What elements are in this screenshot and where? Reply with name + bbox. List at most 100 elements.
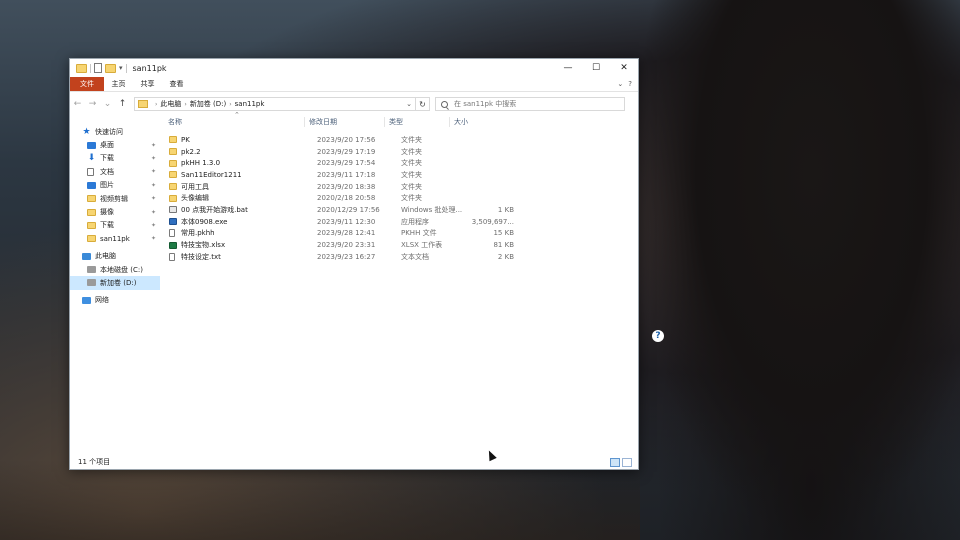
file-date: 2023/9/20 18:38 <box>317 182 376 191</box>
folder-icon <box>169 159 177 167</box>
address-bar[interactable]: › 此电脑 › 新加卷 (D:) › san11pk ⌄ <box>134 97 416 111</box>
file-name: 本体0908.exe <box>181 217 228 226</box>
star-icon: ★ <box>82 126 91 137</box>
file-date: 2023/9/23 16:27 <box>317 252 376 261</box>
chevron-right-icon[interactable]: › <box>184 101 186 108</box>
download-icon: ⬇ <box>87 153 96 164</box>
ribbon-controls: ⌄ ? <box>617 77 638 91</box>
sidebar-item-pictures[interactable]: 图片 ✦ <box>70 179 160 192</box>
properties-icon[interactable] <box>94 63 102 73</box>
sidebar-item-network[interactable]: 网络 <box>70 294 160 307</box>
table-row[interactable]: 可用工具 2023/9/20 18:38 文件夹 <box>160 181 638 193</box>
sidebar-item-desktop[interactable]: 桌面 ✦ <box>70 138 160 151</box>
details-view-icon[interactable] <box>610 457 620 467</box>
batch-file-icon <box>169 206 177 214</box>
help-icon[interactable]: ? <box>652 330 664 342</box>
sidebar-item-this-pc[interactable]: 此电脑 <box>70 250 160 263</box>
folder-icon <box>87 221 96 229</box>
chevron-down-icon[interactable]: ⌄ <box>403 100 415 108</box>
chevron-right-icon[interactable]: › <box>229 101 231 108</box>
table-row[interactable]: 头像编辑 2020/2/18 20:58 文件夹 <box>160 192 638 204</box>
file-name-cell: 可用工具 <box>160 182 313 192</box>
breadcrumb-this-pc[interactable]: 此电脑 <box>160 99 181 109</box>
table-row[interactable]: pk2.2 2023/9/29 17:19 文件夹 <box>160 146 638 158</box>
breadcrumb-san11pk[interactable]: san11pk <box>235 100 265 108</box>
file-date: 2023/9/11 17:18 <box>317 170 376 179</box>
up-arrow-icon[interactable]: ↑ <box>115 99 130 109</box>
recent-locations-icon[interactable]: ⌄ <box>100 99 115 109</box>
text-file-icon <box>169 252 175 261</box>
table-row[interactable]: 本体0908.exe 2023/9/11 12:30 应用程序 3,509,69… <box>160 216 638 228</box>
drive-icon <box>87 279 96 287</box>
navigation-pane: ★ 快速访问 桌面 ✦ ⬇ 下载 ✦ 文档 ✦ 图片 ✦ 视频剪辑 ✦ 摄像 ✦… <box>70 115 160 457</box>
sidebar-item-drive-d[interactable]: 新加卷 (D:) <box>70 276 160 290</box>
sidebar-item-documents[interactable]: 文档 ✦ <box>70 165 160 178</box>
tab-file[interactable]: 文件 <box>70 77 104 91</box>
file-name-cell: 特技宝物.xlsx <box>160 240 313 250</box>
breadcrumb-drive-d[interactable]: 新加卷 (D:) <box>190 99 226 109</box>
search-input[interactable]: 在 san11pk 中搜索 <box>435 97 625 111</box>
sidebar-item-label: 桌面 <box>100 141 114 150</box>
file-name: 常用.pkhh <box>181 229 215 238</box>
file-name: 特技宝物.xlsx <box>181 241 226 250</box>
sidebar-item-download-folder[interactable]: 下载 ✦ <box>70 219 160 232</box>
caption-buttons: — ☐ ✕ <box>554 59 638 77</box>
file-date: 2023/9/20 23:31 <box>317 241 376 250</box>
file-name-cell: pkHH 1.3.0 <box>160 159 313 167</box>
table-row[interactable]: 特技宝物.xlsx 2023/9/20 23:31 XLSX 工作表 81 KB <box>160 239 638 251</box>
column-header-date[interactable]: 修改日期 <box>304 117 384 127</box>
file-size: 15 KB <box>493 229 514 238</box>
column-header-size[interactable]: 大小 <box>449 117 493 127</box>
column-header-name[interactable]: 名称 <box>160 117 304 127</box>
expand-ribbon-icon[interactable]: ⌄ <box>617 80 623 88</box>
table-row[interactable]: PK 2023/9/20 17:56 文件夹 <box>160 134 638 146</box>
large-icons-view-icon[interactable] <box>622 457 632 467</box>
table-row[interactable]: 常用.pkhh 2023/9/28 12:41 PKHH 文件 15 KB <box>160 228 638 240</box>
divider <box>125 63 127 73</box>
sidebar-item-video-editing[interactable]: 视频剪辑 ✦ <box>70 192 160 205</box>
file-type: 文件夹 <box>401 159 422 168</box>
file-name-cell: San11Editor1211 <box>160 171 313 179</box>
maximize-button[interactable]: ☐ <box>582 59 610 77</box>
sidebar-item-downloads[interactable]: ⬇ 下载 ✦ <box>70 152 160 165</box>
sidebar-item-camera[interactable]: 摄像 ✦ <box>70 205 160 218</box>
table-row[interactable]: San11Editor1211 2023/9/11 17:18 文件夹 <box>160 169 638 181</box>
tab-view[interactable]: 查看 <box>162 77 191 91</box>
file-rows: PK 2023/9/20 17:56 文件夹 pk2.2 2023/9/29 1… <box>160 134 638 263</box>
file-date: 2020/2/18 20:58 <box>317 194 376 203</box>
wallpaper-figure <box>630 0 960 540</box>
sidebar-item-label: 快速访问 <box>95 127 123 136</box>
pin-icon: ✦ <box>150 154 156 162</box>
drive-icon <box>87 266 96 274</box>
table-row[interactable]: 00 点我开始游戏.bat 2020/12/29 17:56 Windows 批… <box>160 204 638 216</box>
sidebar-item-drive-c[interactable]: 本地磁盘 (C:) <box>70 263 160 276</box>
sidebar-item-label: 文档 <box>100 167 114 176</box>
status-bar: 11 个项目 <box>70 455 638 469</box>
minimize-button[interactable]: — <box>554 59 582 77</box>
window-title: san11pk <box>132 63 167 73</box>
file-date: 2023/9/20 17:56 <box>317 135 376 144</box>
forward-arrow-icon[interactable]: → <box>85 99 100 109</box>
file-name: 可用工具 <box>181 182 209 191</box>
chevron-right-icon[interactable]: › <box>155 101 157 108</box>
customize-toolbar-icon[interactable]: ▾ <box>119 64 123 72</box>
file-type: 文件夹 <box>401 194 422 203</box>
folder-icon <box>87 195 96 203</box>
help-circle-icon[interactable]: ? <box>628 80 632 88</box>
divider <box>90 63 91 73</box>
new-folder-icon[interactable] <box>105 63 116 73</box>
column-header-type[interactable]: 类型 <box>384 117 449 127</box>
table-row[interactable]: 特技设定.txt 2023/9/23 16:27 文本文档 2 KB <box>160 251 638 263</box>
tab-home[interactable]: 主页 <box>104 77 133 91</box>
back-arrow-icon[interactable]: ← <box>70 99 85 109</box>
file-name: PK <box>181 135 190 144</box>
tab-share[interactable]: 共享 <box>133 77 162 91</box>
desktop-background <box>0 460 640 540</box>
sidebar-item-quick-access[interactable]: ★ 快速访问 <box>70 125 160 138</box>
close-button[interactable]: ✕ <box>610 59 638 77</box>
refresh-icon[interactable]: ↻ <box>416 97 430 111</box>
sidebar-item-san11pk[interactable]: san11pk ✦ <box>70 232 160 245</box>
table-row[interactable]: pkHH 1.3.0 2023/9/29 17:54 文件夹 <box>160 157 638 169</box>
file-list: ⌃ 名称 修改日期 类型 大小 PK 2023/9/20 17:56 文件夹 p… <box>160 111 638 457</box>
file-name-cell: pk2.2 <box>160 148 313 156</box>
